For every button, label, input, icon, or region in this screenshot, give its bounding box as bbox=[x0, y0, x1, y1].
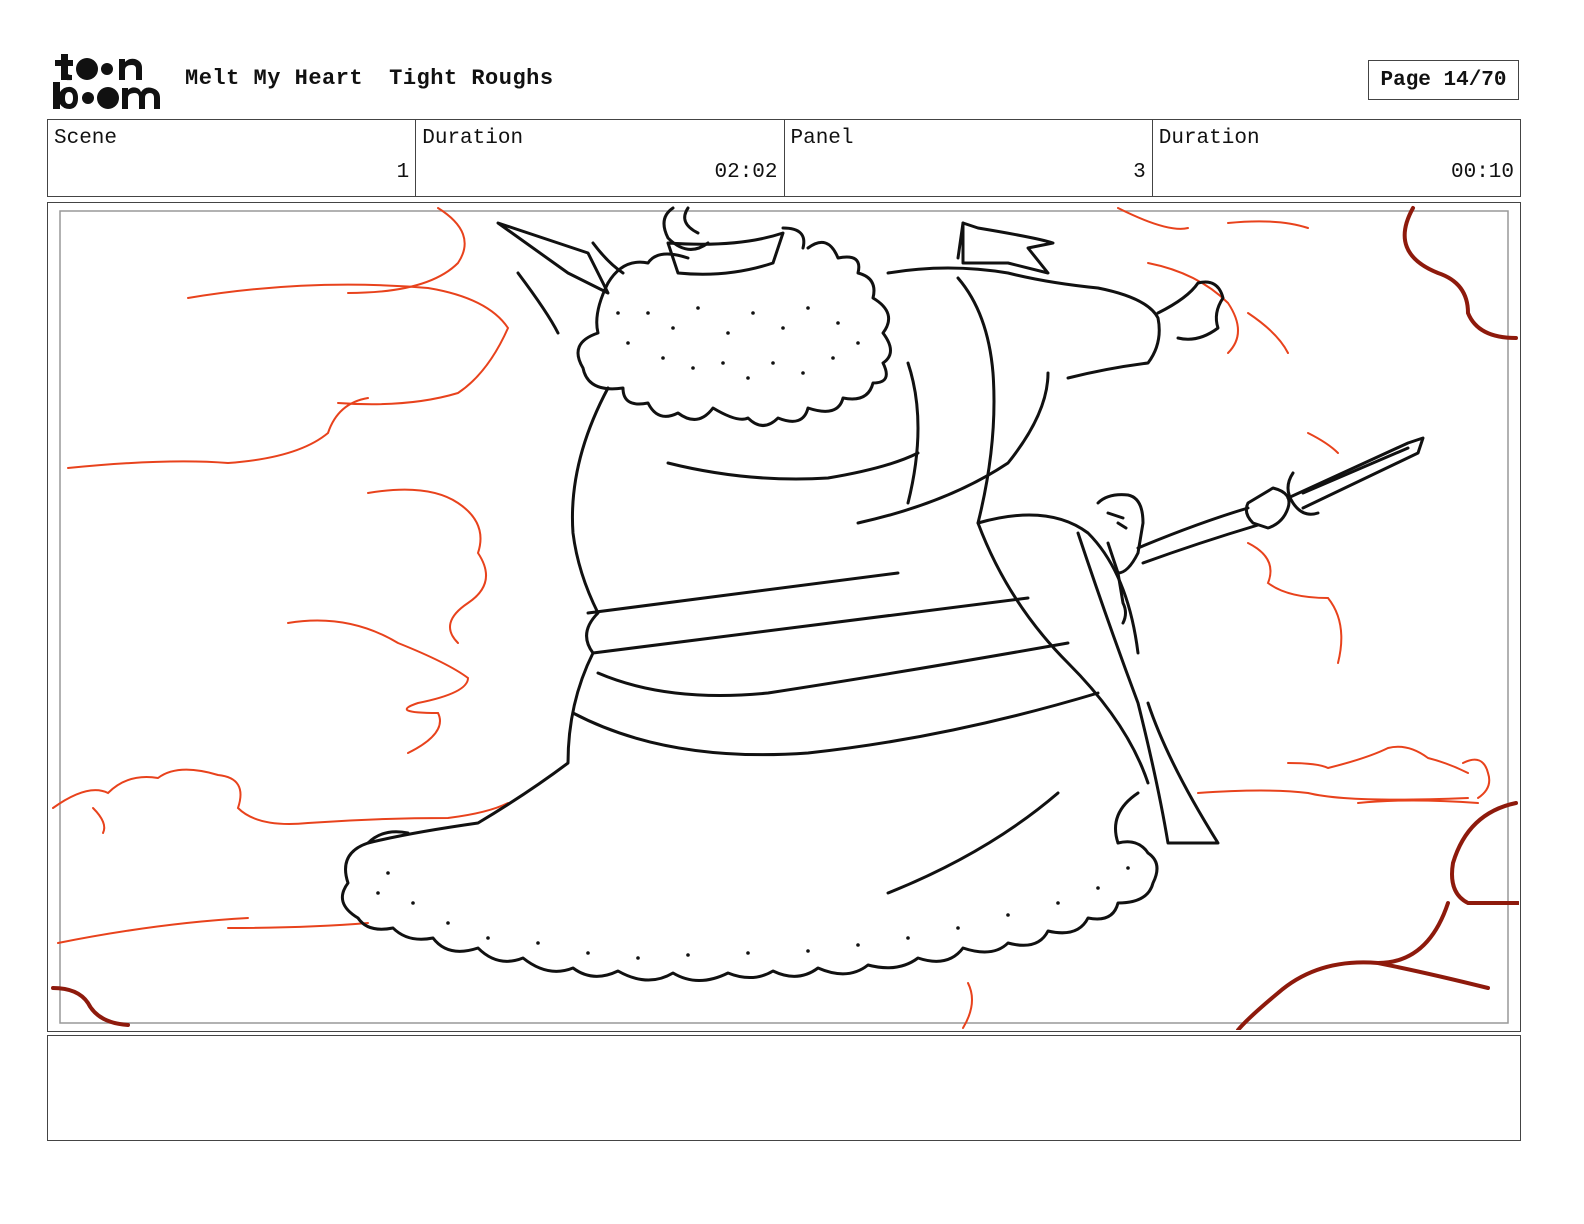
panel-notes-box bbox=[47, 1035, 1521, 1141]
panel-cell: Panel 3 bbox=[785, 120, 1153, 196]
project-name: Melt My Heart bbox=[185, 66, 364, 91]
panel-drawing bbox=[51, 206, 1519, 1030]
cloud-sketch-lines bbox=[52, 207, 1491, 1029]
shot-info-table: Scene 1 Duration 02:02 Panel 3 Duration … bbox=[47, 119, 1521, 197]
panel-duration-cell: Duration 00:10 bbox=[1153, 120, 1520, 196]
scene-label: Scene bbox=[54, 127, 118, 150]
panel-duration-label: Duration bbox=[1158, 127, 1260, 150]
page-number: Page 14/70 bbox=[1380, 68, 1507, 92]
stage-name: Tight Roughs bbox=[389, 66, 554, 91]
panel-label: Panel bbox=[790, 127, 854, 150]
toon-boom-logo-graphic bbox=[53, 54, 160, 109]
storyboard-panel bbox=[47, 202, 1521, 1032]
page-number-box: Page 14/70 bbox=[1368, 60, 1519, 100]
scene-duration-cell: Duration 02:02 bbox=[416, 120, 785, 196]
safe-area-frame bbox=[59, 210, 1509, 1024]
panel-value: 3 bbox=[1133, 161, 1146, 184]
scene-cell: Scene 1 bbox=[48, 120, 417, 196]
scene-value: 1 bbox=[396, 161, 410, 184]
page-title: Melt My Heart Tight Roughs bbox=[185, 66, 554, 91]
scene-duration-label: Duration bbox=[422, 127, 524, 150]
toon-boom-logo bbox=[52, 52, 164, 110]
panel-duration-value: 00:10 bbox=[1450, 161, 1514, 184]
scene-duration-value: 02:02 bbox=[714, 161, 778, 184]
foreground-clouds bbox=[51, 206, 1519, 1030]
